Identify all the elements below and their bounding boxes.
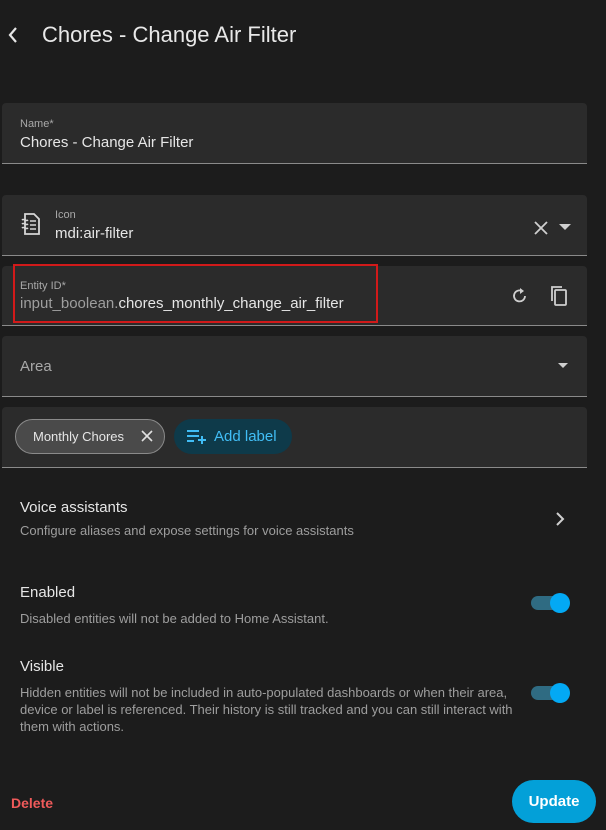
copy-icon: [551, 286, 567, 306]
entity-id-field[interactable]: Entity ID* input_boolean.chores_monthly_…: [2, 266, 587, 326]
name-field[interactable]: Name* Chores - Change Air Filter: [2, 103, 587, 164]
visible-toggle[interactable]: [530, 683, 570, 703]
icon-dropdown-button[interactable]: [556, 219, 574, 235]
voice-assistants-title: Voice assistants: [20, 499, 128, 516]
visible-description: Hidden entities will not be included in …: [20, 685, 513, 734]
delete-button[interactable]: Delete: [11, 795, 53, 811]
icon-field[interactable]: Icon mdi:air-filter: [2, 195, 587, 256]
area-dropdown-button[interactable]: [554, 359, 572, 373]
air-filter-icon: [21, 213, 40, 235]
icon-field-label: Icon: [55, 209, 76, 221]
voice-assistants-description: Configure aliases and expose settings fo…: [20, 523, 354, 538]
copy-entity-id-button[interactable]: [547, 283, 571, 309]
entity-id-prefix: input_boolean.: [20, 295, 119, 312]
visible-toggle-thumb: [550, 683, 570, 703]
label-add-icon: [187, 429, 206, 444]
enabled-title: Enabled: [20, 584, 76, 601]
chevron-left-icon: [8, 27, 17, 43]
chevron-right-icon: [556, 512, 565, 526]
dropdown-arrow-icon: [558, 363, 568, 368]
enabled-toggle-thumb: [550, 593, 570, 613]
close-icon: [141, 430, 153, 442]
entity-id-suffix: chores_monthly_change_air_filter: [118, 295, 344, 312]
page-title: Chores - Change Air Filter: [42, 22, 297, 47]
update-button[interactable]: Update: [512, 780, 596, 823]
restore-icon: [513, 288, 526, 303]
add-label-text: Add label: [214, 428, 277, 445]
icon-field-value[interactable]: mdi:air-filter: [55, 225, 133, 242]
dropdown-arrow-icon: [559, 223, 571, 230]
add-label-button[interactable]: Add label: [174, 419, 292, 454]
regenerate-entity-id-button[interactable]: [508, 284, 532, 308]
voice-assistants-row[interactable]: Voice assistants Configure aliases and e…: [0, 490, 590, 548]
label-chip-text: Monthly Chores: [33, 429, 125, 444]
clear-icon-button[interactable]: [530, 217, 552, 239]
entity-id-label: Entity ID*: [20, 280, 66, 292]
enabled-toggle[interactable]: [530, 593, 570, 613]
remove-label-button[interactable]: [139, 428, 155, 444]
area-field-placeholder: Area: [20, 358, 52, 375]
close-icon: [534, 221, 548, 235]
page-header: Chores - Change Air Filter: [0, 0, 606, 70]
visible-title: Visible: [20, 658, 64, 675]
back-button[interactable]: [2, 22, 24, 48]
label-chip[interactable]: Monthly Chores: [15, 419, 165, 454]
entity-id-value[interactable]: input_boolean.chores_monthly_change_air_…: [20, 295, 344, 312]
name-field-value[interactable]: Chores - Change Air Filter: [20, 134, 193, 151]
enabled-description: Disabled entities will not be added to H…: [20, 611, 329, 626]
name-field-label: Name*: [20, 118, 54, 130]
area-field[interactable]: Area: [2, 336, 587, 397]
